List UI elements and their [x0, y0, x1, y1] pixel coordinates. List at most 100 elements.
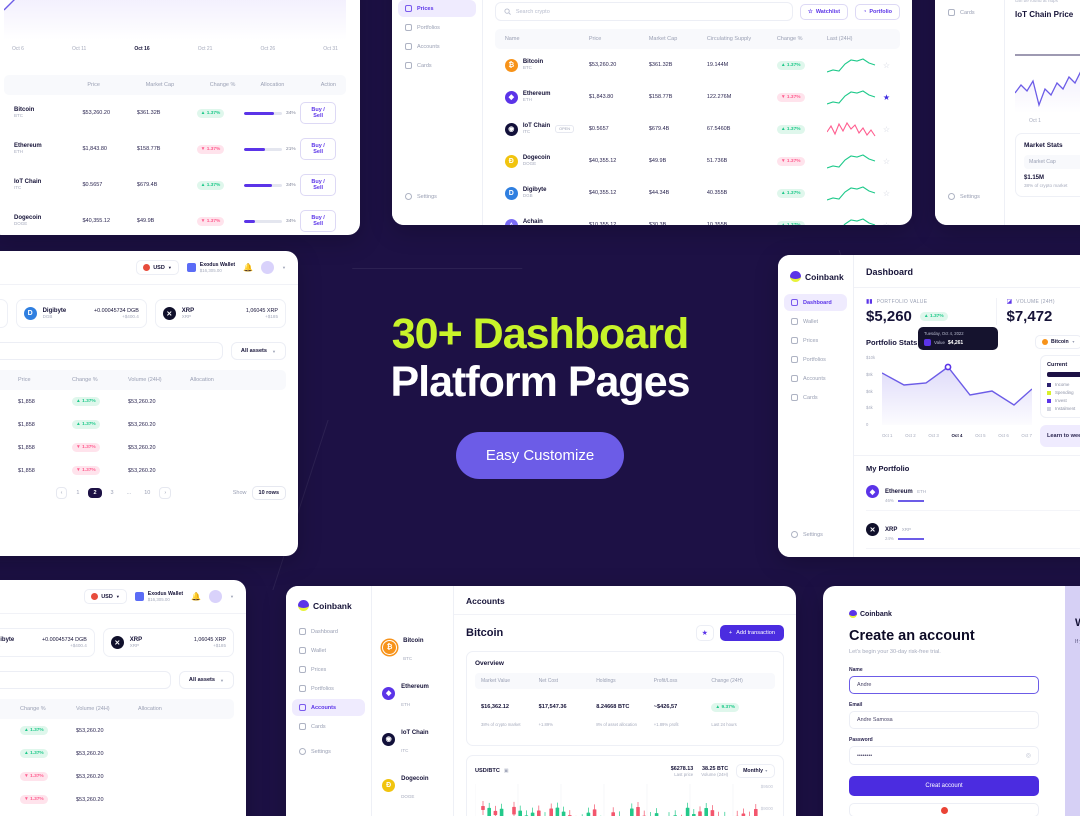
email-input[interactable]: Andre Samosa	[849, 711, 1039, 729]
asset-card[interactable]	[0, 299, 8, 328]
page-...[interactable]: ...	[123, 488, 136, 498]
table-row[interactable]: ◆ Ethereum ETH $1,843.80 $158.77B 122.27…	[495, 81, 900, 113]
currency-select[interactable]: USD ▼	[136, 260, 179, 275]
star-toggle[interactable]: ★	[883, 93, 890, 102]
sidebar-item-accounts[interactable]: Accounts	[398, 38, 476, 55]
table-row[interactable]: IoT Chain ITC $0.5657 $679.4B ▲ 1.37% 34…	[4, 167, 346, 203]
asset-card[interactable]: D Digibyte DGB +0.00045734 DGB +$400.4	[15, 299, 147, 328]
holding-row[interactable]: ✕ XRP XRP 24% Change ▼ 0.16%	[866, 511, 1080, 550]
search-input[interactable]	[0, 342, 223, 360]
star-toggle[interactable]: ☆	[883, 157, 890, 166]
sidebar-item-portfolios[interactable]: Portfolios	[784, 351, 847, 368]
sidebar-item-wallet[interactable]: Wallet	[292, 642, 365, 659]
table-row[interactable]: 3464 XRP $1,858 ▼ 1.37% $53,260.20	[0, 765, 234, 788]
sidebar-item-settings[interactable]: Settings	[292, 743, 365, 760]
avatar[interactable]	[209, 590, 223, 603]
table-row[interactable]: 3464 DOGE $1,858 ▼ 1.37% $53,260.20	[0, 788, 234, 811]
holding-row[interactable]: ◆ Ethereum ETH 46% Change ▲ 0.25%	[866, 473, 1080, 512]
wallet-chip[interactable]: Exodus Wallet $16,305.00	[186, 262, 235, 273]
chevron-down-icon[interactable]: ▼	[230, 594, 234, 599]
table-row[interactable]: D Digibyte DGB $40,355.12 $44.34B 40.355…	[495, 177, 900, 209]
table-row[interactable]: ₿ Bitcoin BTC $53,260.20 $361.32B 19.144…	[495, 49, 900, 81]
asset-card[interactable]: D Digibyte DGB +0.00045734 DGB +$400.4	[0, 628, 95, 657]
avatar[interactable]	[261, 261, 275, 274]
buy-sell-button[interactable]: Buy / Sell	[300, 210, 337, 232]
sidebar-item-settings[interactable]: Settings	[784, 526, 830, 543]
star-icon[interactable]: ★	[695, 625, 714, 641]
buy-sell-button[interactable]: Buy / Sell	[300, 102, 337, 124]
create-account-button[interactable]: Creat account	[849, 776, 1039, 796]
name-input[interactable]: Andre	[849, 676, 1039, 694]
password-input[interactable]: •••••••• ◎	[849, 746, 1039, 765]
sidebar-item-dashboard[interactable]: Dashboard	[784, 294, 847, 311]
sidebar-item-prices[interactable]: Prices	[784, 332, 847, 349]
table-row[interactable]: △ Achain ACN $10,355.12 $30.3B 10.355B ▲…	[495, 209, 900, 225]
page-2[interactable]: 2	[88, 488, 102, 498]
table-row[interactable]: 3464 ETH $1,858 ▲ 1.37% $53,260.20	[0, 413, 286, 436]
table-row[interactable]: 3464 ETH $1,858 ▲ 1.37% $53,260.20	[0, 742, 234, 765]
page-1[interactable]: 1	[72, 488, 83, 498]
rows-per-page-select[interactable]: 10 rows	[251, 486, 286, 500]
sidebar-item-cards[interactable]: Cards	[398, 57, 476, 74]
sidebar-item-dashboard[interactable]: Dashboard	[292, 623, 365, 640]
wallet-chip[interactable]: Exodus Wallet $16,305.00	[134, 591, 183, 602]
buy-sell-button[interactable]: Buy / Sell	[300, 138, 337, 160]
table-row[interactable]: 3464 DOGE $1,858 ▼ 1.37% $53,260.20	[0, 459, 286, 482]
sidebar-item-portfolios[interactable]: Portfolios	[292, 680, 365, 697]
prev-page-button[interactable]: ‹	[55, 487, 68, 499]
sidebar-item-portfolios[interactable]: Portfolios	[398, 19, 476, 36]
sidebar-item-cards[interactable]: Cards	[292, 718, 365, 735]
watchlist-button[interactable]: ☆ Watchlist	[799, 3, 849, 20]
page-3[interactable]: 3	[107, 488, 118, 498]
search-input-wrap[interactable]: Search crypto	[494, 2, 793, 21]
asset-item-btc[interactable]: ₿ Bitcoin BTC	[372, 624, 453, 670]
table-row[interactable]: Ð Dogecoin DOGE $40,355.12 $49.9B 51.736…	[495, 145, 900, 177]
table-row[interactable]: 3464 XRP $1,858 ▼ 1.37% $53,260.20	[0, 436, 286, 459]
sidebar-item-accounts[interactable]: Accounts	[292, 699, 366, 716]
portfolio-button[interactable]: ◔ Portfolio	[855, 3, 900, 20]
add-transaction-button[interactable]: + Add transaction	[719, 625, 784, 641]
table-row[interactable]: 3464 BTC $1,858 ▲ 1.37% $53,260.20	[0, 719, 234, 742]
sidebar-item-settings[interactable]: Settings	[941, 188, 987, 205]
star-toggle[interactable]: ☆	[883, 125, 890, 134]
star-toggle[interactable]: ☆	[883, 189, 890, 198]
bell-icon[interactable]: 🔔	[243, 263, 253, 272]
sidebar-item-prices[interactable]: Prices	[398, 0, 476, 17]
assets-filter-select[interactable]: All assets ▼	[178, 671, 234, 689]
easy-customize-button[interactable]: Easy Customize	[455, 432, 625, 480]
sidebar-item-prices[interactable]: Prices	[292, 661, 365, 678]
period-select[interactable]: Monthly ▼	[736, 764, 775, 778]
social-login-button[interactable]	[849, 803, 1039, 816]
pagination[interactable]: ‹ 1 2 3... 10 ›	[0, 487, 233, 499]
star-toggle[interactable]: ☆	[883, 61, 890, 70]
asset-item-doge[interactable]: Ð Dogecoin DOGE	[372, 762, 453, 808]
eye-icon[interactable]: ◎	[1026, 752, 1031, 759]
asset-item-dgb[interactable]: D Digibyte DGB	[372, 808, 453, 816]
table-row[interactable]: Ethereum ETH $1,843.80 $158.77B ▼ 1.37% …	[4, 131, 346, 167]
assets-filter-select[interactable]: All assets ▼	[230, 342, 286, 360]
table-row[interactable]: Dogecoin DOGE $40,355.12 $49.9B ▼ 1.37% …	[4, 203, 346, 235]
sidebar-item-cards[interactable]: Cards	[784, 389, 847, 406]
sidebar-item-cards[interactable]: Cards	[941, 4, 998, 21]
currency-select[interactable]: USD ▼	[84, 589, 127, 604]
chevron-down-icon[interactable]: ▼	[282, 265, 286, 270]
bell-icon[interactable]: 🔔	[191, 592, 201, 601]
sidebar-item-wallet[interactable]: Wallet	[784, 313, 847, 330]
next-page-button[interactable]: ›	[159, 487, 172, 499]
asset-card[interactable]: ✕ XRP XRP 1,06045 XRP +$185	[102, 628, 234, 657]
asset-card[interactable]: ✕ XRP XRP 1,06045 XRP +$185	[154, 299, 286, 328]
coin-filter-select[interactable]: Bitcoin ▼	[1035, 335, 1080, 349]
search-input[interactable]	[0, 671, 171, 689]
table-row[interactable]: 3464 BTC $1,858 ▲ 1.37% $53,260.20	[0, 390, 286, 413]
asset-item-eth[interactable]: ◆ Ethereum ETH	[372, 670, 453, 716]
buy-sell-button[interactable]: Buy / Sell	[300, 174, 337, 196]
asset-item-itc[interactable]: ◉ IoT Chain ITC	[372, 716, 453, 762]
star-toggle[interactable]: ☆	[883, 221, 890, 226]
page-10[interactable]: 10	[140, 488, 154, 498]
table-row[interactable]: ◉ IoT Chain ITC OPEN $0.5657 $679.4B 67.…	[495, 113, 900, 145]
sidebar-item-accounts[interactable]: Accounts	[784, 370, 847, 387]
sidebar-item-settings[interactable]: Settings	[398, 188, 444, 205]
table-row[interactable]: Bitcoin BTC $53,260.20 $361.32B ▲ 1.37% …	[4, 95, 346, 131]
promo-card[interactable]: Learn to weekly	[1040, 425, 1080, 448]
chart-info-icon[interactable]: ▣	[504, 768, 671, 774]
